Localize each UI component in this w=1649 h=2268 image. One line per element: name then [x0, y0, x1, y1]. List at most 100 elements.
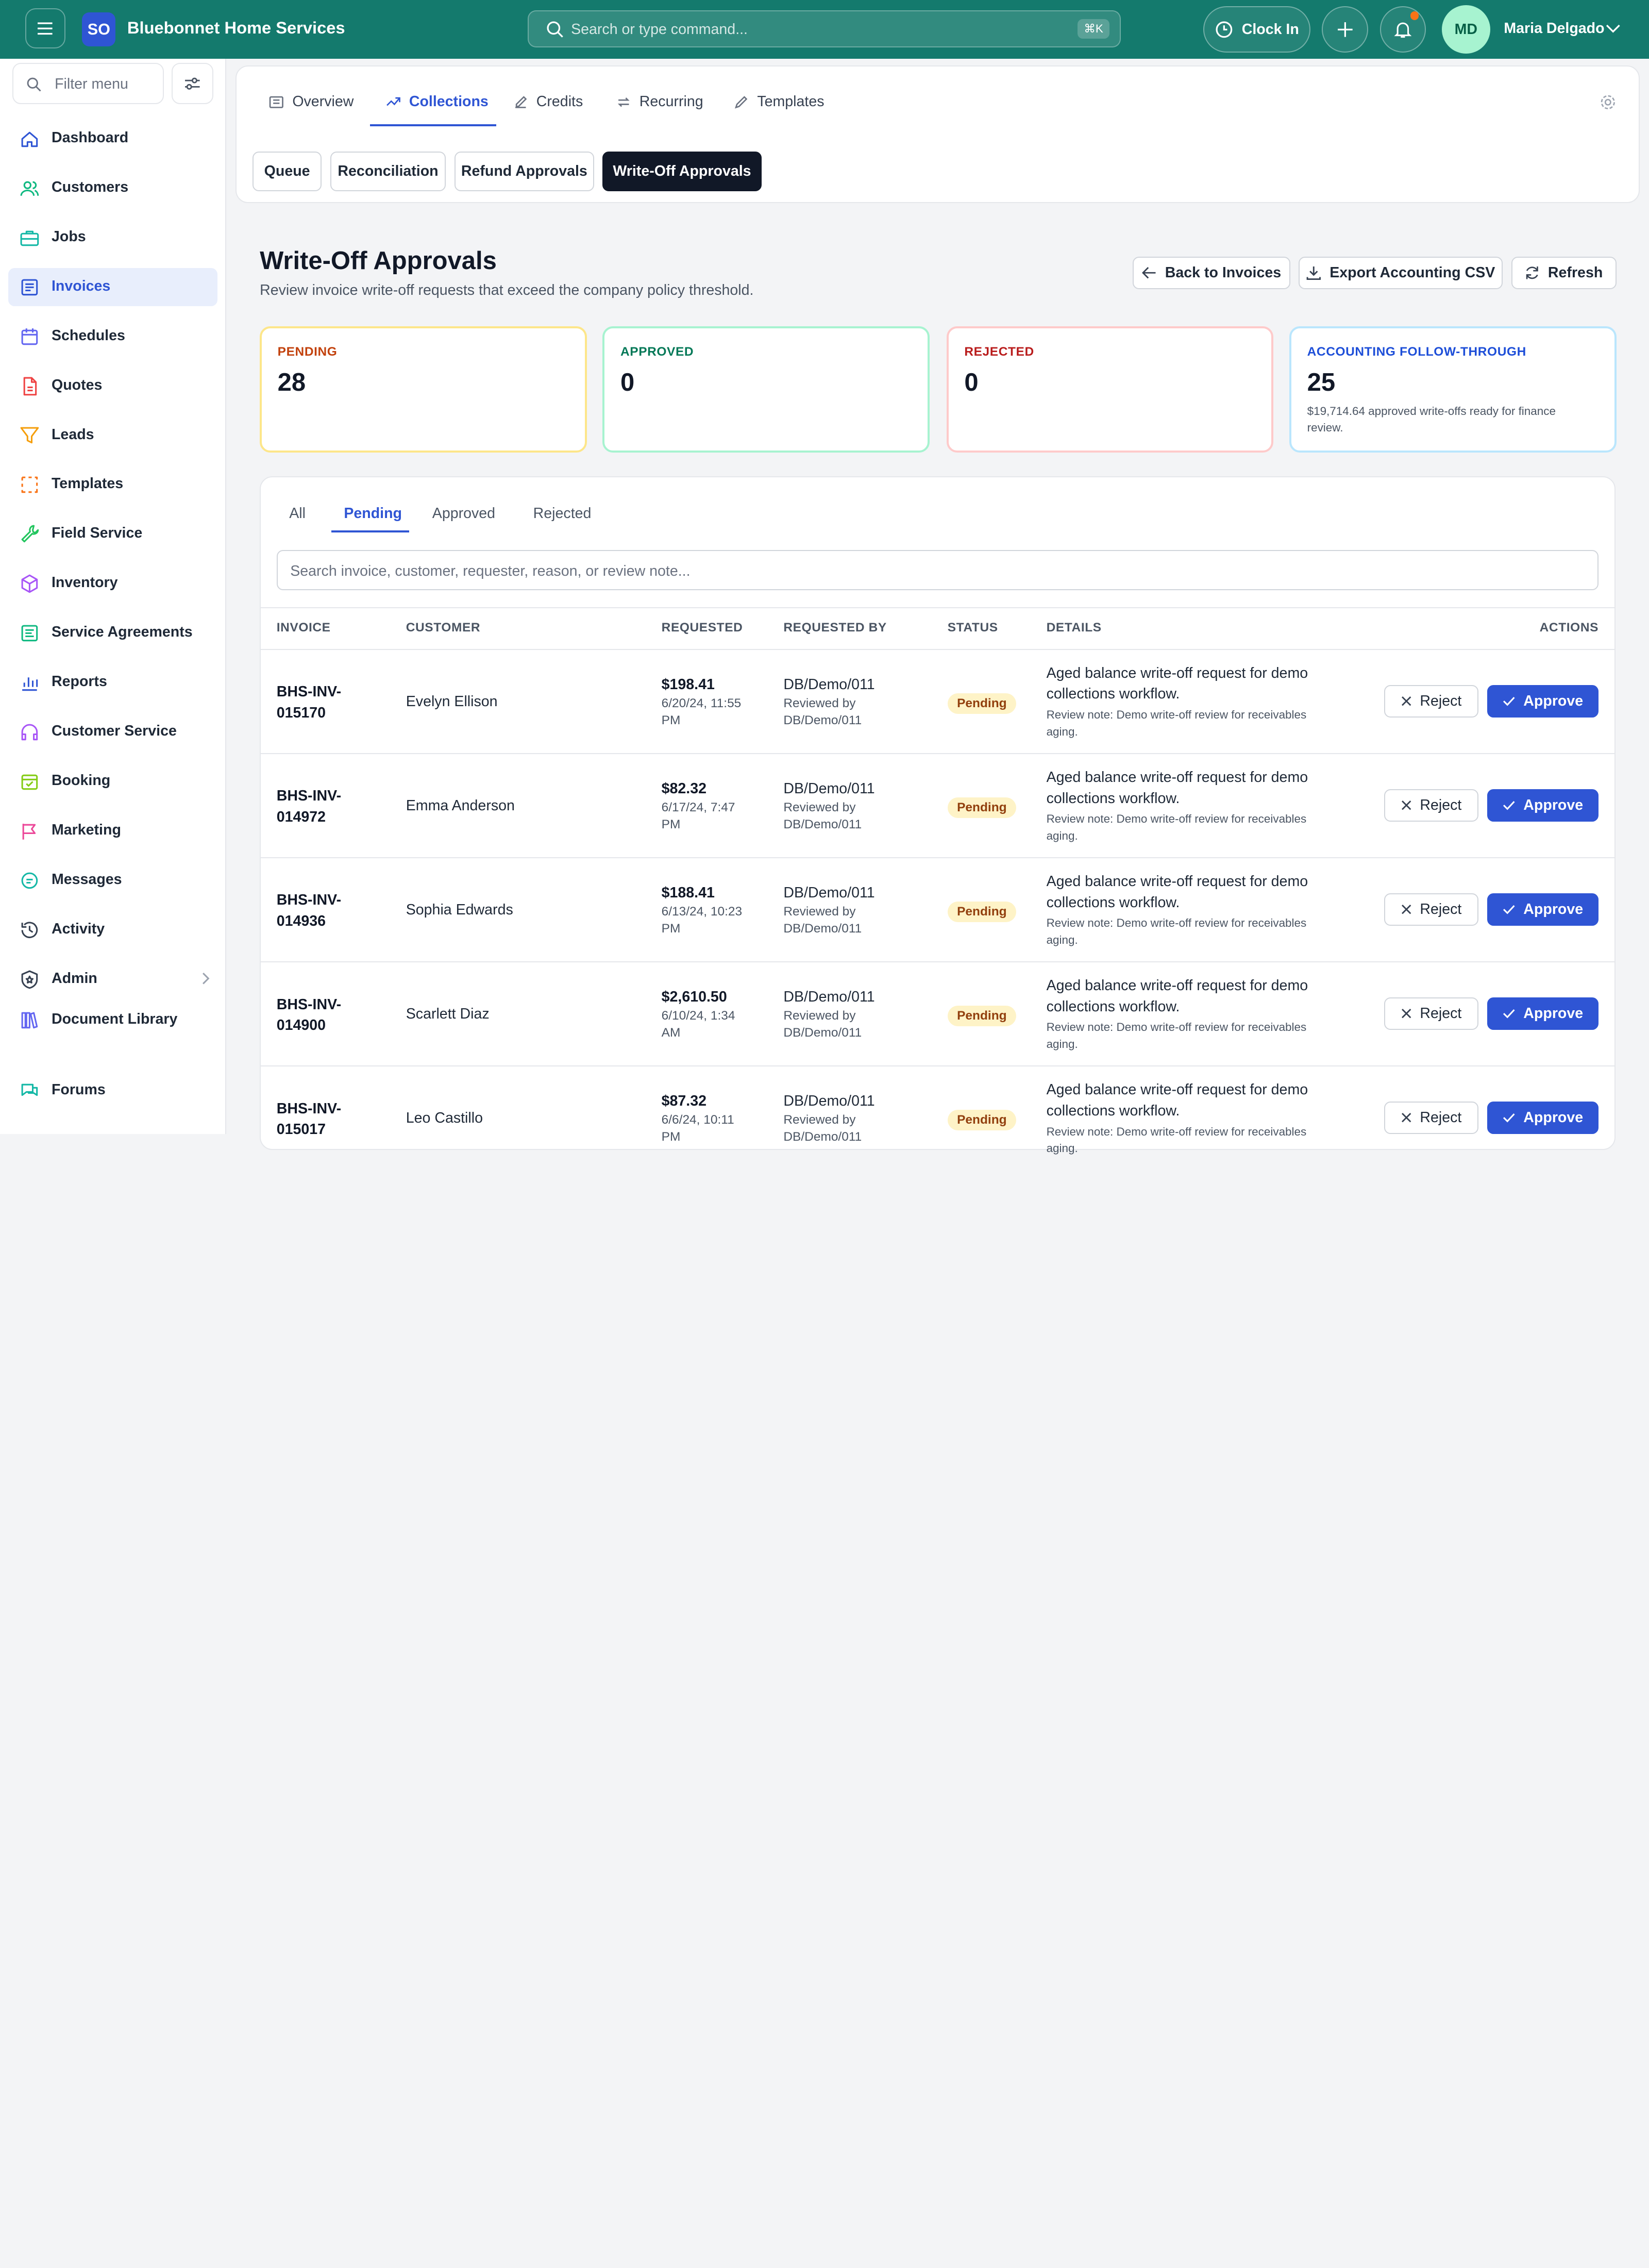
- tab-overview[interactable]: Overview: [269, 93, 354, 112]
- tab-templates[interactable]: Templates: [734, 93, 824, 112]
- command-search[interactable]: Search or type command... ⌘K: [528, 10, 1121, 47]
- reviewed-by: Reviewed by DB/Demo/011: [783, 905, 862, 936]
- column-header-status: STATUS: [947, 621, 998, 635]
- sidebar-item-messages[interactable]: Messages: [8, 861, 217, 899]
- add-button[interactable]: [1322, 6, 1369, 53]
- approve-button[interactable]: Approve: [1487, 893, 1598, 926]
- export-csv-button[interactable]: Export Accounting CSV: [1299, 256, 1503, 290]
- tab-credits[interactable]: Credits: [513, 93, 583, 112]
- sidebar-item-label: Customers: [51, 178, 129, 195]
- wrench-icon: [21, 525, 39, 543]
- sidebar-item-reports[interactable]: Reports: [8, 664, 217, 702]
- tab-label: Collections: [409, 93, 489, 110]
- page-subtitle: Review invoice write-off requests that e…: [260, 281, 754, 298]
- approve-button[interactable]: Approve: [1487, 997, 1598, 1030]
- stat-value: 0: [964, 369, 979, 397]
- sidebar-item-forums[interactable]: Forums: [8, 1072, 217, 1110]
- sidebar-item-admin[interactable]: Admin: [8, 960, 217, 998]
- refresh-button[interactable]: Refresh: [1511, 256, 1617, 290]
- filter-tab-approved[interactable]: Approved: [432, 505, 495, 522]
- invoice-number[interactable]: BHS-INV-014936: [277, 890, 382, 932]
- sidebar-item-customer-service[interactable]: Customer Service: [8, 713, 217, 751]
- sidebar-item-invoices[interactable]: Invoices: [8, 268, 218, 306]
- gear-icon[interactable]: [1600, 94, 1617, 111]
- review-note: Review note: Demo write-off review for r…: [1046, 708, 1307, 739]
- shortcut-badge: ⌘K: [1078, 19, 1110, 39]
- command-search-placeholder: Search or type command...: [571, 21, 748, 38]
- tab-recurring-icon: [617, 97, 630, 107]
- requested-by: DB/Demo/011: [783, 676, 875, 693]
- sidebar-item-service-agreements[interactable]: Service Agreements: [8, 614, 217, 652]
- back-to-invoices-button[interactable]: Back to Invoices: [1132, 256, 1291, 290]
- subtab-reconciliation[interactable]: Reconciliation: [330, 151, 446, 192]
- tab-label: Recurring: [639, 93, 703, 110]
- reject-button[interactable]: Reject: [1384, 997, 1479, 1030]
- sidebar-item-leads[interactable]: Leads: [8, 416, 217, 454]
- reject-button[interactable]: Reject: [1384, 685, 1479, 718]
- sidebar-item-quotes[interactable]: Quotes: [8, 367, 217, 405]
- sidebar-item-label: Jobs: [51, 228, 86, 245]
- sidebar-item-activity[interactable]: Activity: [8, 911, 217, 948]
- agreement-icon: [21, 625, 38, 642]
- subtab-refund-approvals[interactable]: Refund Approvals: [454, 151, 595, 192]
- menu-button[interactable]: [25, 8, 65, 48]
- headset-icon: [21, 724, 38, 741]
- chevron-down-icon[interactable]: [1606, 23, 1621, 34]
- filter-tab-all[interactable]: All: [289, 505, 306, 522]
- filter-tab-pending[interactable]: Pending: [344, 505, 402, 522]
- sidebar-item-jobs[interactable]: Jobs: [8, 219, 217, 256]
- subtab-queue[interactable]: Queue: [252, 151, 322, 192]
- sidebar-item-marketing[interactable]: Marketing: [8, 812, 217, 849]
- sidebar-item-schedules[interactable]: Schedules: [8, 318, 217, 355]
- reject-button[interactable]: Reject: [1384, 789, 1479, 822]
- tab-credits-icon: [515, 95, 527, 108]
- user-name[interactable]: Maria Delgado: [1504, 20, 1604, 37]
- close-icon: [1401, 1113, 1411, 1123]
- filter-tab-rejected[interactable]: Rejected: [533, 505, 592, 522]
- sidebar-item-field-service[interactable]: Field Service: [8, 515, 217, 553]
- requested-by: DB/Demo/011: [783, 780, 875, 797]
- filter-settings-button[interactable]: [171, 63, 214, 105]
- filter-menu-input[interactable]: Filter menu: [12, 63, 164, 105]
- sidebar-item-label: Templates: [51, 475, 124, 492]
- reject-button[interactable]: Reject: [1384, 1101, 1479, 1134]
- requested-date: 6/17/24, 7:47 PM: [661, 800, 735, 831]
- box-icon: [21, 574, 38, 593]
- sidebar-item-label: Invoices: [51, 277, 111, 294]
- sidebar-item-dashboard[interactable]: Dashboard: [8, 120, 217, 158]
- reject-label: Reject: [1420, 692, 1462, 709]
- sidebar-item-templates[interactable]: Templates: [8, 466, 217, 504]
- stat-label: APPROVED: [620, 345, 694, 359]
- sidebar-item-label: Forums: [51, 1081, 106, 1098]
- funnel-icon: [20, 427, 39, 444]
- sidebar-item-document-library[interactable]: Document Library: [8, 1002, 217, 1039]
- approve-button[interactable]: Approve: [1487, 1101, 1598, 1134]
- reviewed-by: Reviewed by DB/Demo/011: [783, 696, 862, 727]
- notifications-button[interactable]: [1379, 6, 1426, 53]
- sidebar-item-booking[interactable]: Booking: [8, 763, 217, 801]
- reject-button[interactable]: Reject: [1384, 893, 1479, 926]
- tab-collections[interactable]: Collections: [386, 93, 489, 112]
- invoice-number[interactable]: BHS-INV-014900: [277, 994, 382, 1037]
- table-search-input[interactable]: Search invoice, customer, requester, rea…: [276, 550, 1598, 590]
- approve-button[interactable]: Approve: [1487, 685, 1598, 718]
- sidebar-item-label: Messages: [51, 871, 122, 888]
- avatar[interactable]: MD: [1441, 5, 1490, 54]
- subtab-write-off-approvals[interactable]: Write-Off Approvals: [602, 151, 762, 192]
- approve-button[interactable]: Approve: [1487, 789, 1598, 822]
- back-to-invoices-label: Back to Invoices: [1165, 264, 1282, 281]
- requested-by: DB/Demo/011: [783, 1093, 875, 1110]
- invoice-icon: [21, 279, 38, 295]
- tab-recurring[interactable]: Recurring: [616, 93, 703, 112]
- close-icon: [1401, 800, 1411, 810]
- write-off-details: Aged balance write-off request for demo …: [1046, 1081, 1308, 1119]
- invoice-number[interactable]: BHS-INV-014972: [277, 786, 382, 828]
- stat-card-rejected: REJECTED 0: [946, 326, 1274, 453]
- table-row: BHS-INV-015017 Leo Castillo $87.32 6/6/2…: [261, 1065, 1614, 1170]
- requested-date: 6/10/24, 1:34 AM: [661, 1009, 735, 1040]
- clock-in-button[interactable]: Clock In: [1203, 6, 1310, 53]
- sidebar-item-customers[interactable]: Customers: [8, 170, 217, 207]
- sidebar-item-label: Inventory: [51, 574, 118, 591]
- invoice-number[interactable]: BHS-INV-015170: [277, 681, 382, 724]
- sidebar-item-inventory[interactable]: Inventory: [8, 565, 217, 603]
